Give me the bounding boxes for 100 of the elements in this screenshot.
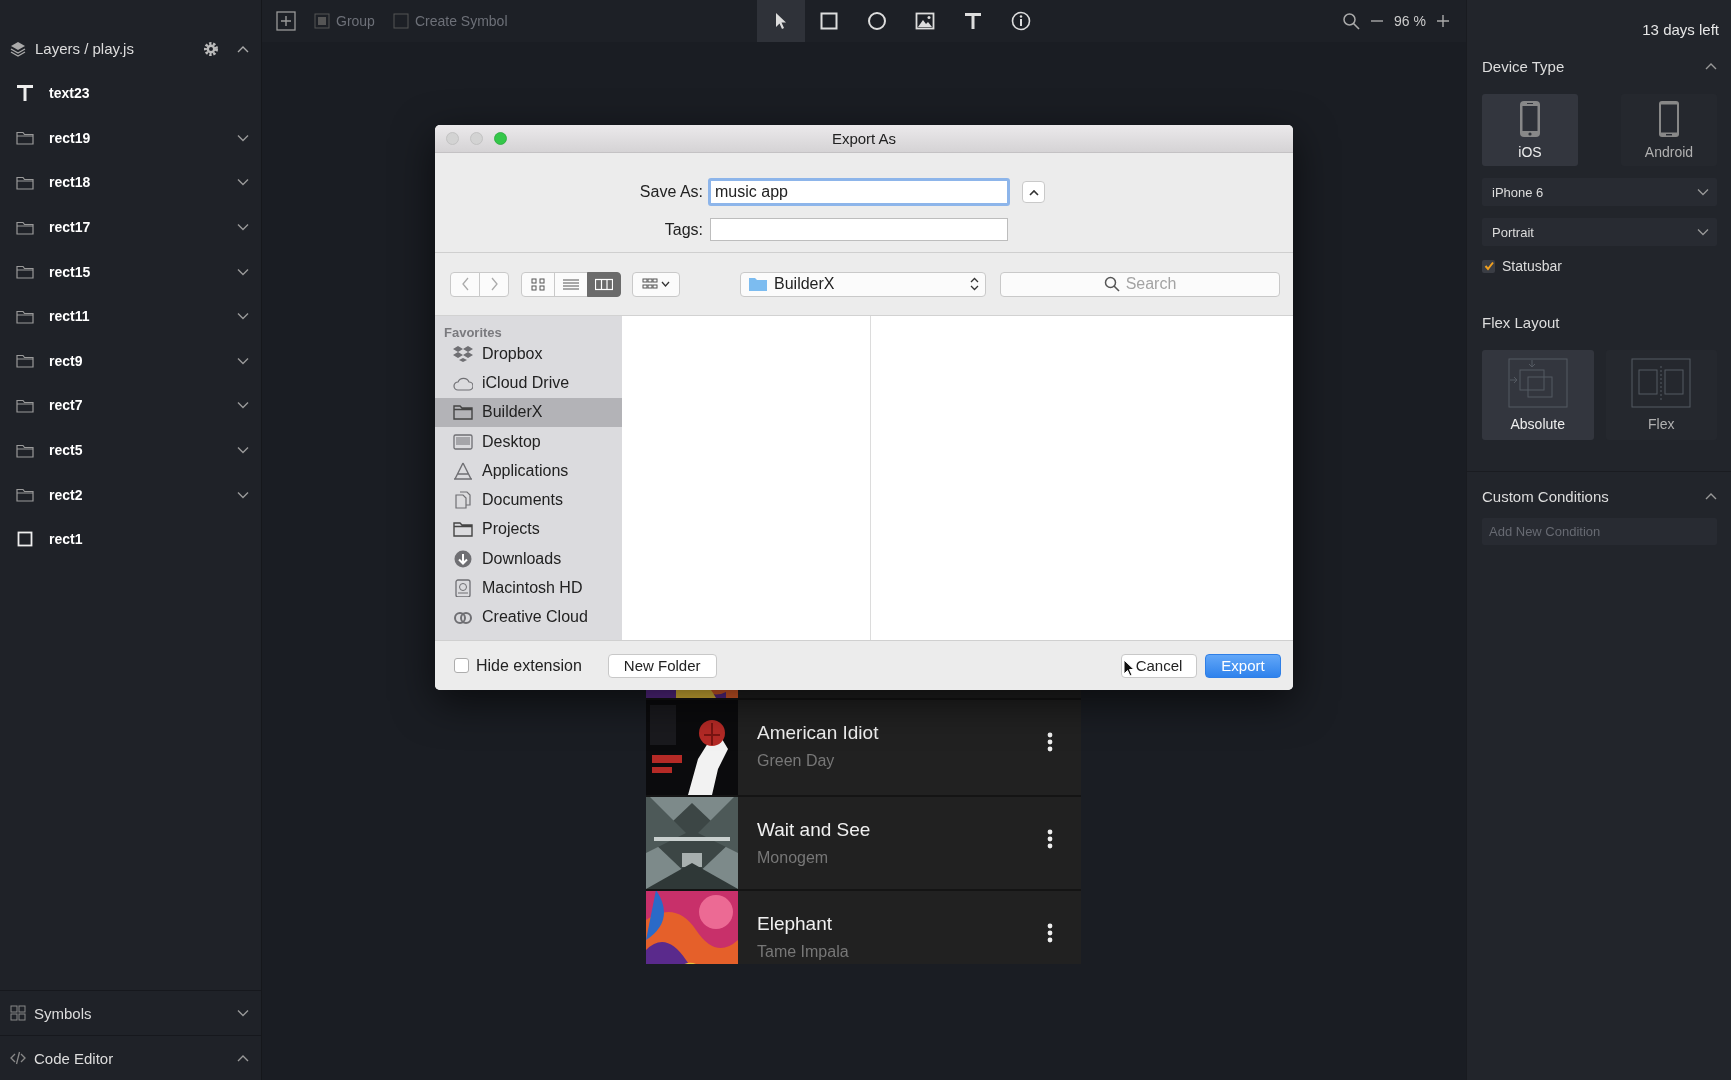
- layer-row[interactable]: rect11: [0, 293, 261, 339]
- panel-header[interactable]: Code Editor: [0, 1035, 261, 1080]
- folder-icon: [16, 219, 34, 235]
- arrange-button[interactable]: [632, 271, 680, 297]
- chevron-icon[interactable]: [237, 267, 249, 276]
- sidebar-item[interactable]: Creative Cloud: [435, 602, 622, 632]
- tool-button[interactable]: [757, 0, 805, 42]
- stepper-icon: [970, 277, 979, 291]
- layer-row[interactable]: rect15: [0, 249, 261, 294]
- panel-title: Layers / play.js: [35, 40, 134, 57]
- chevron-icon[interactable]: [237, 223, 249, 232]
- dropdown[interactable]: iPhone 6: [1482, 178, 1717, 206]
- new-folder-button[interactable]: New Folder: [607, 653, 717, 678]
- layer-row[interactable]: rect2: [0, 472, 261, 517]
- layer-row[interactable]: rect17: [0, 204, 261, 250]
- checkbox[interactable]: [454, 658, 469, 673]
- device-option[interactable]: iOS: [1482, 94, 1578, 166]
- layer-row[interactable]: rect19: [0, 115, 261, 161]
- documents-icon: [453, 491, 473, 510]
- code-icon: [10, 1051, 26, 1065]
- layers-icon: [10, 40, 26, 57]
- chevron-icon[interactable]: [237, 1009, 249, 1017]
- sidebar-item[interactable]: Dropbox: [435, 339, 622, 369]
- chevron-icon[interactable]: [237, 133, 249, 142]
- song-title: Wait and See: [757, 819, 872, 841]
- group-icon: [314, 13, 330, 29]
- layer-row[interactable]: rect18: [0, 160, 261, 205]
- folder-icon: [16, 264, 34, 280]
- filename-field[interactable]: music app: [708, 178, 1010, 206]
- more-icon[interactable]: [1047, 923, 1053, 943]
- layer-row[interactable]: rect9: [0, 338, 261, 384]
- panel-title: Symbols: [34, 1004, 93, 1022]
- phone-icon: [1519, 100, 1541, 138]
- folder-icon: [16, 353, 34, 369]
- sidebar-item[interactable]: BuilderX: [435, 397, 622, 427]
- chevron-icon[interactable]: [237, 446, 249, 455]
- chevron-icon[interactable]: [237, 490, 249, 499]
- song-row[interactable]: Wait and See Monogem: [646, 797, 1081, 891]
- chevron-icon: [1028, 188, 1039, 196]
- statusbar-checkbox[interactable]: Statusbar: [1482, 258, 1717, 274]
- dropdown[interactable]: Portrait: [1482, 218, 1717, 246]
- chevron-icon[interactable]: [237, 44, 249, 53]
- text-icon: [962, 10, 984, 32]
- plus-icon[interactable]: [1436, 14, 1450, 28]
- folder-icon: [16, 175, 34, 190]
- folder-icon: [16, 397, 34, 413]
- expand-button[interactable]: [1022, 181, 1045, 203]
- layer-name: rect19: [49, 129, 92, 146]
- chevron-icon[interactable]: [237, 356, 249, 365]
- chevron-icon[interactable]: [1705, 62, 1717, 70]
- sidebar-item[interactable]: Applications: [435, 456, 622, 486]
- sidebar-item[interactable]: Macintosh HD: [435, 573, 622, 603]
- phone-icon: [1658, 100, 1680, 138]
- section-title: Custom Conditions: [1482, 487, 1609, 505]
- add-icon[interactable]: [276, 11, 296, 31]
- more-icon[interactable]: [1047, 732, 1053, 752]
- layer-row[interactable]: rect7: [0, 383, 261, 428]
- sidebar-heading: Favorites: [443, 324, 503, 339]
- columns-diagram-icon: [1631, 358, 1692, 408]
- input-field[interactable]: Add New Condition: [1482, 518, 1717, 545]
- layer-name: rect18: [49, 174, 92, 191]
- song-row[interactable]: American Idiot Green Day: [646, 700, 1081, 797]
- checkbox[interactable]: [1482, 259, 1495, 273]
- more-icon[interactable]: [1047, 829, 1053, 849]
- sidebar-item[interactable]: Desktop: [435, 426, 622, 457]
- search-icon[interactable]: [1342, 12, 1361, 30]
- rectangle-icon: [818, 10, 840, 32]
- panel-title: Code Editor: [34, 1049, 115, 1067]
- zoom-level: 96 %: [1394, 13, 1426, 29]
- sidebar-item[interactable]: iCloud Drive: [435, 368, 622, 398]
- list-view-icon: [563, 277, 579, 291]
- layer-name: rect2: [49, 486, 84, 503]
- grid-icon: [10, 1005, 26, 1021]
- trial-notice: 13 days left: [1641, 20, 1719, 38]
- sidebar-item[interactable]: Downloads: [435, 544, 622, 574]
- chevron-icon[interactable]: [1705, 492, 1717, 500]
- layout-option[interactable]: Absolute: [1482, 350, 1594, 440]
- settings-icon[interactable]: [202, 39, 220, 58]
- layer-row[interactable]: rect1: [0, 516, 261, 562]
- cancel-button[interactable]: Cancel: [1121, 653, 1197, 678]
- sidebar-item[interactable]: Documents: [435, 485, 622, 515]
- box-icon: [453, 344, 473, 363]
- layers-diagram-icon: [1507, 358, 1568, 408]
- hide-extension-checkbox[interactable]: Hide extension: [454, 656, 582, 675]
- chevron-icon[interactable]: [237, 178, 249, 187]
- column-view-icon: [595, 277, 613, 291]
- chevron-icon: [1697, 188, 1709, 196]
- tags-field[interactable]: [710, 218, 1008, 241]
- panel-header[interactable]: Symbols: [0, 990, 261, 1035]
- view-mode-button[interactable]: [554, 271, 588, 297]
- view-mode-button[interactable]: [587, 271, 621, 297]
- chevron-icon[interactable]: [237, 401, 249, 410]
- location-popup[interactable]: BuilderX: [740, 271, 986, 297]
- chevron-icon[interactable]: [237, 1054, 249, 1062]
- chevron-icon: [661, 281, 670, 287]
- sidebar-item[interactable]: Projects: [435, 514, 622, 545]
- layer-row[interactable]: text23: [0, 71, 261, 116]
- layer-row[interactable]: rect5: [0, 427, 261, 473]
- chevron-icon[interactable]: [237, 312, 249, 321]
- icon-view-icon: [531, 277, 545, 291]
